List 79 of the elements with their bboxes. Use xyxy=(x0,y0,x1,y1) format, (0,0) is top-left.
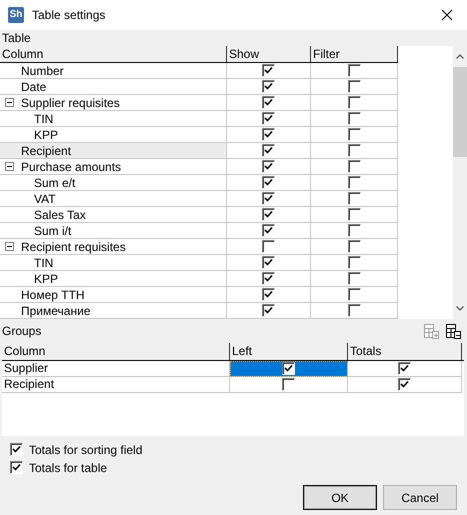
checkbox[interactable] xyxy=(262,288,275,301)
checkbox[interactable] xyxy=(348,144,360,157)
collapse-icon[interactable] xyxy=(5,242,14,251)
column-name-cell[interactable]: Sum e/t xyxy=(0,175,227,191)
checkbox[interactable] xyxy=(262,256,275,269)
collapse-icon[interactable] xyxy=(5,162,14,171)
column-name-cell[interactable]: Recipient xyxy=(0,143,227,159)
column-header[interactable]: Column xyxy=(2,343,230,360)
scroll-down-icon[interactable] xyxy=(456,306,464,311)
checkbox[interactable] xyxy=(348,64,360,77)
column-name-cell[interactable]: Date xyxy=(0,79,227,95)
group-name-cell[interactable]: Recipient xyxy=(2,377,230,393)
checkbox[interactable] xyxy=(262,112,275,125)
checkbox[interactable] xyxy=(262,192,275,205)
checkbox[interactable] xyxy=(10,461,23,474)
checkbox[interactable] xyxy=(282,378,295,391)
column-header[interactable]: Totals xyxy=(348,343,462,360)
app-logo: Sh xyxy=(8,7,24,23)
column-name-cell[interactable]: TIN xyxy=(0,111,227,127)
checkbox[interactable] xyxy=(348,208,360,221)
left-cell[interactable] xyxy=(230,361,348,377)
column-name-cell[interactable]: TIN xyxy=(0,255,227,271)
column-name-cell[interactable]: Purchase amounts xyxy=(0,159,227,175)
checkbox[interactable] xyxy=(348,176,360,189)
checkbox[interactable] xyxy=(348,288,360,301)
column-name-cell[interactable]: Sales Tax xyxy=(0,207,227,223)
left-cell[interactable] xyxy=(230,377,348,393)
checkbox[interactable] xyxy=(262,160,275,173)
option-label[interactable]: Totals for table xyxy=(29,460,108,474)
checkbox[interactable] xyxy=(262,128,275,141)
checkbox[interactable] xyxy=(398,362,411,375)
checkbox[interactable] xyxy=(348,160,360,173)
checkbox[interactable] xyxy=(398,378,411,391)
checkbox[interactable] xyxy=(262,80,275,93)
column-name-cell[interactable]: Sum i/t xyxy=(0,223,227,239)
checkbox[interactable] xyxy=(282,362,295,375)
column-header[interactable]: Show xyxy=(227,46,311,62)
checkbox[interactable] xyxy=(348,192,360,205)
ok-button[interactable]: OK xyxy=(303,485,377,510)
close-icon[interactable] xyxy=(441,9,453,21)
checkbox[interactable] xyxy=(262,240,275,253)
checkbox[interactable] xyxy=(348,128,360,141)
checkbox[interactable] xyxy=(348,256,360,269)
column-name-cell[interactable]: KPP xyxy=(0,271,227,287)
option-label[interactable]: Totals for sorting field xyxy=(29,442,142,456)
column-header[interactable]: Column xyxy=(0,46,227,62)
checkbox[interactable] xyxy=(348,80,360,93)
section-label: Groups xyxy=(1,323,42,339)
column-name-cell[interactable]: VAT xyxy=(0,191,227,207)
collapse-icon[interactable] xyxy=(5,98,14,107)
checkbox[interactable] xyxy=(262,208,275,221)
checkbox[interactable] xyxy=(262,272,275,285)
column-name-cell[interactable]: Recipient requisites xyxy=(0,239,227,255)
checkbox[interactable] xyxy=(262,304,275,317)
column-header[interactable]: Filter xyxy=(311,46,398,62)
checkbox[interactable] xyxy=(348,224,360,237)
group-name-cell[interactable]: Supplier xyxy=(2,361,230,377)
checkbox[interactable] xyxy=(262,64,275,77)
cancel-button[interactable]: Cancel xyxy=(383,485,457,510)
section-label: Table xyxy=(1,30,32,46)
checkbox[interactable] xyxy=(10,443,23,456)
column-name-cell[interactable]: Number xyxy=(0,63,227,79)
column-name-cell[interactable]: Примечание xyxy=(0,303,227,319)
column-name-cell[interactable]: Номер ТТН xyxy=(0,287,227,303)
checkbox[interactable] xyxy=(348,112,360,125)
window-title: Table settings xyxy=(32,8,106,22)
checkbox[interactable] xyxy=(348,240,360,253)
checkbox[interactable] xyxy=(348,272,360,285)
checkbox[interactable] xyxy=(262,224,275,237)
scroll-up-icon[interactable] xyxy=(456,54,464,59)
scrollbar-thumb[interactable] xyxy=(453,67,467,157)
checkbox[interactable] xyxy=(348,304,360,317)
remove-group-icon[interactable] xyxy=(445,323,461,339)
checkbox[interactable] xyxy=(262,96,275,109)
checkbox[interactable] xyxy=(348,96,360,109)
column-header[interactable]: Left xyxy=(230,343,348,360)
checkbox[interactable] xyxy=(262,144,275,157)
column-name-cell[interactable]: Supplier requisites xyxy=(0,95,227,111)
checkbox[interactable] xyxy=(262,176,275,189)
